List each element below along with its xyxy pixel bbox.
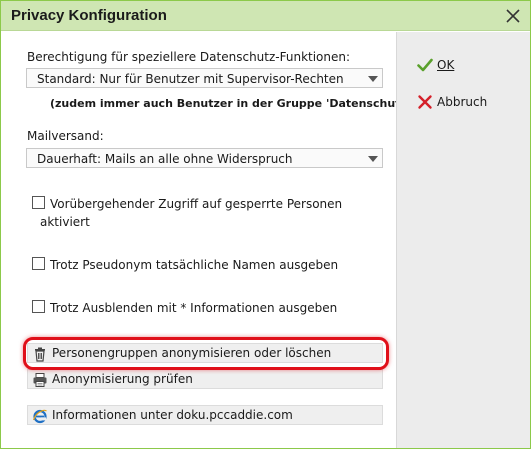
window-title: Privacy Konfiguration xyxy=(11,7,167,24)
close-button[interactable] xyxy=(498,1,528,30)
mail-selected-value: Dauerhaft: Mails an alle ohne Widerspruc… xyxy=(37,152,293,166)
permissions-label: Berechtigung für speziellere Datenschutz… xyxy=(27,50,351,64)
temp-access-label-line1: Vorübergehender Zugriff auf gesperrte Pe… xyxy=(50,197,343,211)
title-bar: Privacy Konfiguration xyxy=(1,1,530,31)
cross-icon xyxy=(418,95,432,109)
ok-label: OK xyxy=(437,58,455,72)
settings-panel: Berechtigung für speziellere Datenschutz… xyxy=(2,32,415,448)
trash-icon xyxy=(35,347,45,362)
real-names-label: Trotz Pseudonym tatsächliche Namen ausge… xyxy=(50,258,339,272)
permissions-select[interactable]: Standard: Nur für Benutzer mit Superviso… xyxy=(26,68,383,88)
info-link-label: Informationen unter doku.pccaddie.com xyxy=(52,408,293,422)
permissions-note: (zudem immer auch Benutzer in der Gruppe… xyxy=(50,97,416,110)
cancel-button[interactable]: Abbruch xyxy=(417,93,507,113)
printer-icon xyxy=(33,373,47,387)
real-names-checkbox-row[interactable]: Trotz Pseudonym tatsächliche Namen ausge… xyxy=(32,257,338,273)
cancel-label: Abbruch xyxy=(437,95,488,109)
hidden-info-checkbox[interactable] xyxy=(32,300,45,313)
privacy-config-window: Privacy Konfiguration Berechtigung für s… xyxy=(0,0,531,449)
close-icon xyxy=(506,8,520,23)
chevron-down-icon xyxy=(368,76,378,82)
dialog-actions-panel: OK Abbruch xyxy=(396,32,530,448)
chevron-down-icon xyxy=(368,156,378,162)
checkmark-icon xyxy=(417,58,433,72)
temp-access-checkbox-row[interactable]: Vorübergehender Zugriff auf gesperrte Pe… xyxy=(32,196,342,230)
info-link-button[interactable]: Informationen unter doku.pccaddie.com xyxy=(27,405,383,425)
hidden-info-checkbox-row[interactable]: Trotz Ausblenden mit * Informationen aus… xyxy=(32,300,337,316)
check-anonymization-label: Anonymisierung prüfen xyxy=(52,372,193,386)
hidden-info-label: Trotz Ausblenden mit * Informationen aus… xyxy=(50,301,338,315)
permissions-selected-value: Standard: Nur für Benutzer mit Superviso… xyxy=(37,72,344,86)
anonymize-groups-button[interactable]: Personengruppen anonymisieren oder lösch… xyxy=(27,343,383,363)
anonymize-groups-label: Personengruppen anonymisieren oder lösch… xyxy=(52,346,332,360)
mail-select[interactable]: Dauerhaft: Mails an alle ohne Widerspruc… xyxy=(26,148,383,168)
mail-label: Mailversand: xyxy=(27,129,104,143)
real-names-checkbox[interactable] xyxy=(32,257,45,270)
internet-explorer-icon xyxy=(32,409,47,424)
ok-button[interactable]: OK xyxy=(417,56,477,76)
temp-access-checkbox[interactable] xyxy=(32,196,45,209)
check-anonymization-button[interactable]: Anonymisierung prüfen xyxy=(27,369,383,389)
temp-access-label-line2: aktiviert xyxy=(40,215,90,229)
